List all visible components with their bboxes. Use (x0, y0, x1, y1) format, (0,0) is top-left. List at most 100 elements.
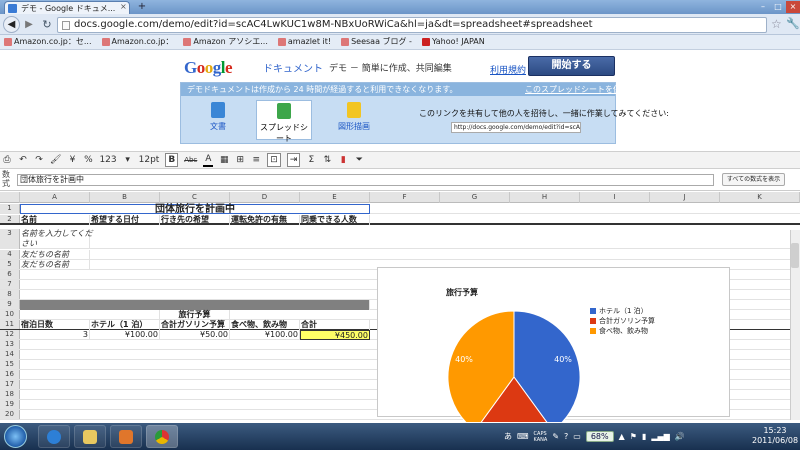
bold-button[interactable]: B (165, 153, 179, 167)
header-cell[interactable]: 名前 (20, 215, 90, 225)
column-header[interactable]: D (230, 192, 300, 203)
share-url-field[interactable]: http://docs.google.com/demo/edit?id=scAC… (451, 122, 581, 133)
keyboard-icon[interactable]: ▭ (573, 432, 581, 441)
header-cell[interactable]: 合計ガソリン予算 (160, 320, 230, 330)
row-header[interactable]: 7 (0, 280, 20, 289)
formula-input[interactable]: 団体旅行を計画中 (17, 174, 714, 186)
row-header[interactable]: 4 (0, 250, 20, 259)
browser-tab[interactable]: デモ - Google ドキュメ... (4, 1, 130, 14)
font-size-dropdown[interactable]: 12pt (139, 153, 160, 167)
borders-icon[interactable]: ⊞ (235, 153, 245, 167)
tray-arrow-icon[interactable]: ▲ (619, 432, 625, 441)
minimize-icon[interactable]: – (756, 1, 770, 13)
header-cell[interactable]: ホテル（1 泊） (90, 320, 160, 330)
bookmark-item[interactable]: amazlet it! (277, 35, 331, 49)
row-header[interactable]: 13 (0, 340, 20, 349)
row-header[interactable]: 11 (0, 320, 20, 329)
reload-icon[interactable]: ↻ (40, 18, 54, 32)
header-cell[interactable]: 合計 (300, 320, 370, 330)
start-button[interactable]: 開始する (528, 56, 615, 76)
terms-link[interactable]: 利用規約 (490, 63, 526, 76)
corner-cell[interactable] (0, 192, 20, 203)
bookmark-item[interactable]: Amazon.co.jp：セ... (4, 35, 92, 49)
new-tab-button[interactable]: + (134, 2, 150, 13)
tab-close-icon[interactable]: × (120, 2, 127, 11)
header-cell[interactable]: 同乗できる人数 (300, 215, 370, 225)
column-header[interactable]: C (160, 192, 230, 203)
gas-cell[interactable]: ¥50.00 (160, 330, 230, 340)
row-header[interactable]: 18 (0, 390, 20, 399)
taskbar-explorer[interactable] (74, 425, 106, 448)
wrap-text-icon[interactable]: ⇥ (286, 153, 301, 167)
undo-icon[interactable]: ↶ (18, 153, 28, 167)
save-spreadsheet-link[interactable]: このスプレッドシートを保存 (525, 84, 629, 95)
row-header[interactable]: 14 (0, 350, 20, 359)
fill-color-icon[interactable]: ▦ (219, 153, 229, 167)
row-header[interactable]: 5 (0, 260, 20, 269)
bookmark-item[interactable]: Seesaa ブログ - (341, 35, 412, 49)
taskbar-media-player[interactable] (110, 425, 142, 448)
row-header[interactable]: 15 (0, 360, 20, 369)
row-header[interactable]: 1 (0, 204, 20, 213)
wrench-icon[interactable]: 🔧 (786, 17, 800, 30)
close-window-icon[interactable]: × (786, 1, 800, 13)
ime-pad-icon[interactable]: ✎ (552, 432, 559, 441)
filter-icon[interactable]: ⏷ (354, 153, 364, 167)
name-cell[interactable]: 名前を入力してくだ さい (20, 229, 93, 249)
power-icon[interactable]: ▮ (642, 432, 646, 441)
currency-button[interactable]: ¥ (67, 153, 77, 167)
row-header[interactable]: 17 (0, 380, 20, 389)
align-icon[interactable]: ≡ (251, 153, 261, 167)
row-header[interactable]: 2 (0, 215, 20, 223)
number-format-dropdown[interactable]: 123 (99, 153, 116, 167)
start-orb-icon[interactable] (4, 425, 27, 448)
header-cell[interactable]: 宿泊日数 (20, 320, 90, 330)
help-icon[interactable]: ? (564, 432, 568, 441)
product-drawing[interactable]: 図形描画 (326, 100, 382, 140)
taskbar-chrome[interactable] (146, 425, 178, 448)
row-header[interactable]: 16 (0, 370, 20, 379)
row-header[interactable]: 9 (0, 300, 20, 309)
product-spreadsheet[interactable]: スプレッドシート (256, 100, 312, 143)
header-cell[interactable]: 行き先の希望 (160, 215, 230, 225)
battery-indicator[interactable]: 68% (585, 431, 614, 442)
bookmark-item[interactable]: Yahoo! JAPAN (421, 35, 485, 49)
redo-icon[interactable]: ↷ (34, 153, 44, 167)
taskbar-clock[interactable]: 15:23 2011/06/08 (752, 426, 798, 446)
paint-format-icon[interactable]: 🖌 (50, 153, 61, 167)
chevron-down-icon[interactable]: ▾ (123, 153, 133, 167)
row-header[interactable]: 8 (0, 290, 20, 299)
hotel-cell[interactable]: ¥100.00 (90, 330, 160, 340)
network-icon[interactable]: ▂▄▆ (651, 432, 669, 441)
forward-icon[interactable]: ▶ (22, 18, 36, 32)
insert-chart-icon[interactable]: ▮ (338, 153, 348, 167)
title-cell[interactable]: 団体旅行を計画中 (20, 204, 370, 215)
column-header[interactable]: I (580, 192, 650, 203)
maximize-icon[interactable]: □ (771, 1, 785, 13)
food-cell[interactable]: ¥100.00 (230, 330, 300, 340)
header-cell[interactable]: 希望する日付 (90, 215, 160, 225)
strikethrough-button[interactable]: Abc (184, 153, 197, 167)
column-header[interactable]: B (90, 192, 160, 203)
column-header[interactable]: A (20, 192, 90, 203)
sort-icon[interactable]: ⇅ (322, 153, 332, 167)
back-icon[interactable]: ◀ (3, 16, 20, 33)
ime-indicator[interactable]: あ (504, 431, 512, 442)
merge-cells-icon[interactable]: ⊡ (267, 153, 281, 167)
nights-cell[interactable]: 3 (20, 330, 90, 340)
budget-title-cell[interactable]: 旅行予算 (160, 310, 230, 320)
total-cell[interactable]: ¥450.00 (300, 330, 370, 340)
column-header[interactable]: H (510, 192, 580, 203)
row-header[interactable]: 6 (0, 270, 20, 279)
cell[interactable] (20, 310, 160, 320)
show-formulas-button[interactable]: すべての数式を表示 (722, 173, 785, 186)
column-header[interactable]: E (300, 192, 370, 203)
flag-icon[interactable]: ⚑ (630, 432, 637, 441)
volume-icon[interactable]: 🔊 (675, 432, 685, 441)
sum-icon[interactable]: Σ (306, 153, 316, 167)
taskbar-ie[interactable] (38, 425, 70, 448)
name-cell[interactable]: 友だちの名前 (20, 250, 90, 260)
bookmark-item[interactable]: Amazon.co.jp： (101, 35, 173, 49)
header-cell[interactable]: 運転免許の有無 (230, 215, 300, 225)
row-header[interactable]: 19 (0, 400, 20, 409)
